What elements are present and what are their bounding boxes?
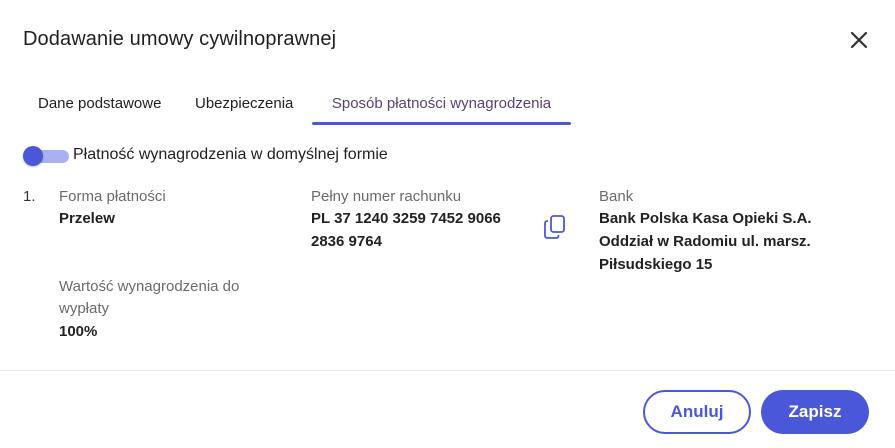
bank-name-line1: Bank Polska Kasa Opieki S.A. bbox=[599, 210, 812, 227]
bank-label: Bank bbox=[599, 188, 634, 205]
footer-divider bbox=[0, 370, 895, 371]
cancel-button[interactable]: Anuluj bbox=[643, 390, 751, 434]
tab-insurance[interactable]: Ubezpieczenia bbox=[195, 86, 293, 122]
copy-icon bbox=[544, 215, 565, 239]
save-button[interactable]: Zapisz bbox=[761, 390, 869, 434]
bank-name-line3: Piłsudskiego 15 bbox=[599, 256, 713, 273]
tab-basic-data[interactable]: Dane podstawowe bbox=[38, 86, 161, 122]
close-button[interactable] bbox=[846, 27, 872, 53]
dialog-title: Dodawanie umowy cywilnoprawnej bbox=[23, 28, 337, 50]
account-number-label: Pełny numer rachunku bbox=[311, 188, 462, 205]
copy-account-button[interactable] bbox=[543, 214, 567, 240]
active-tab-indicator bbox=[312, 122, 571, 125]
close-icon bbox=[850, 31, 868, 49]
toggle-thumb bbox=[23, 146, 43, 166]
bank-name-line2: Oddział w Radomiu ul. marsz. bbox=[599, 233, 811, 250]
amount-value: 100% bbox=[59, 323, 98, 340]
default-payment-toggle[interactable] bbox=[23, 146, 69, 166]
account-number-line1: PL 37 1240 3259 7452 9066 bbox=[311, 210, 501, 227]
toggle-label: Płatność wynagrodzenia w domyślnej formi… bbox=[73, 146, 388, 163]
amount-label-line2: wypłaty bbox=[59, 300, 110, 317]
payment-method-value: Przelew bbox=[59, 210, 115, 227]
dialog: Dodawanie umowy cywilnoprawnej Dane pods… bbox=[0, 0, 895, 448]
payment-row-index: 1. bbox=[23, 188, 36, 205]
tab-payment-method[interactable]: Sposób płatności wynagrodzenia bbox=[312, 86, 571, 122]
account-number-line2: 2836 9764 bbox=[311, 233, 382, 250]
payment-method-label: Forma płatności bbox=[59, 188, 166, 205]
amount-label-line1: Wartość wynagrodzenia do bbox=[59, 278, 240, 295]
